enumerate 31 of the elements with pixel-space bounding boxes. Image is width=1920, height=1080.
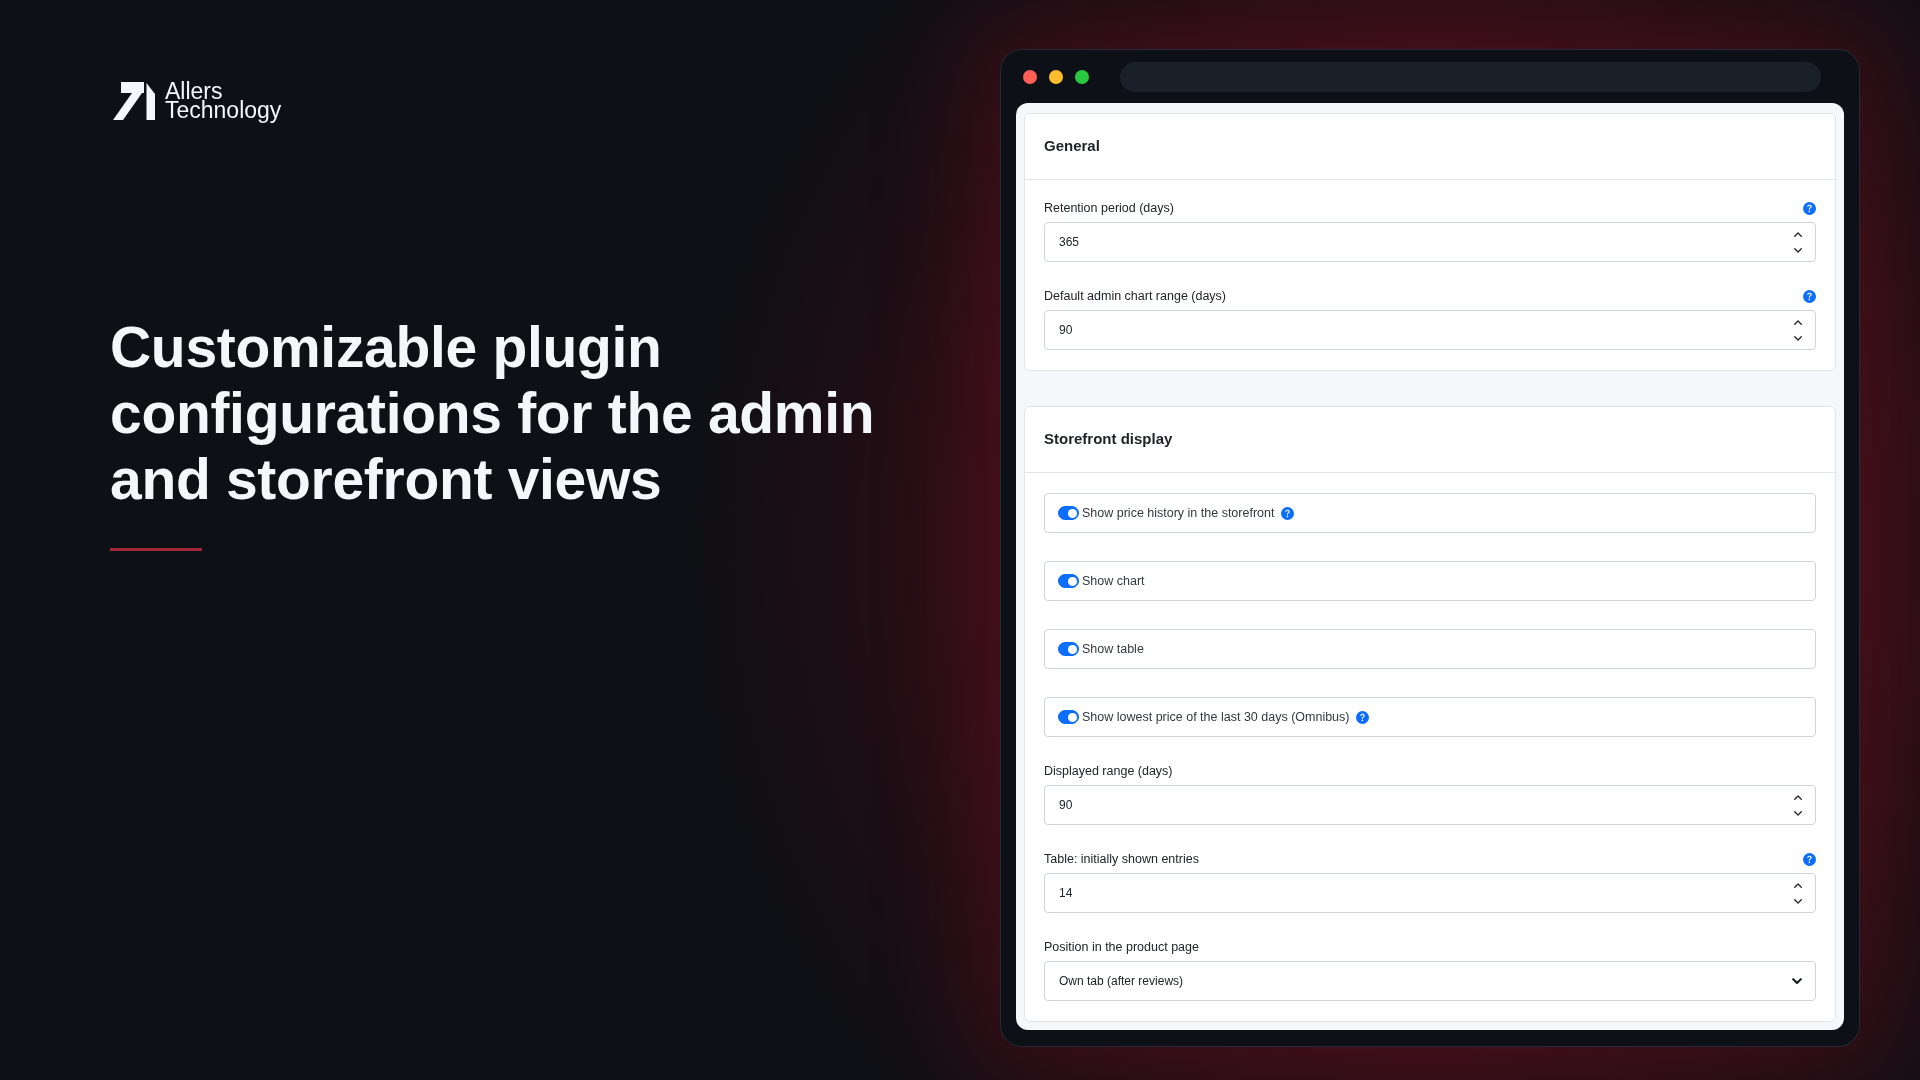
help-icon[interactable] <box>1356 710 1370 724</box>
field-label: Table: initially shown entries <box>1044 850 1199 868</box>
toggle-label: Show chart <box>1082 572 1145 590</box>
number-input[interactable]: 90 <box>1044 785 1816 825</box>
chevron-down-icon <box>1792 977 1802 985</box>
field-label: Displayed range (days) <box>1044 762 1173 780</box>
select-field[interactable]: Own tab (after reviews) <box>1044 961 1816 1001</box>
toggle-label: Show table <box>1082 640 1144 658</box>
toggle-switch[interactable] <box>1058 642 1079 656</box>
window-close-button[interactable] <box>1023 69 1037 84</box>
field-label: Default admin chart range (days) <box>1044 287 1227 305</box>
logo-icon <box>113 82 155 120</box>
window-maximize-button[interactable] <box>1075 69 1089 84</box>
window-minimize-button[interactable] <box>1049 69 1063 84</box>
section-title: General <box>1044 136 1100 157</box>
headline: Customizable plugin configurations for the admin and storefront views <box>110 314 876 512</box>
toggle-label: Show price history in the storefront <box>1082 504 1275 522</box>
toggle-switch[interactable] <box>1058 574 1079 588</box>
help-icon[interactable] <box>1281 506 1295 520</box>
toggle-switch[interactable] <box>1058 710 1079 724</box>
number-input[interactable]: 365 <box>1044 222 1816 262</box>
help-icon[interactable] <box>1803 852 1816 866</box>
field-label: Retention period (days) <box>1044 199 1174 217</box>
number-input[interactable]: 14 <box>1044 873 1816 913</box>
help-icon[interactable] <box>1803 289 1816 303</box>
section-title: Storefront display <box>1044 429 1173 450</box>
toggle-switch[interactable] <box>1058 506 1079 520</box>
field-label: Position in the product page <box>1044 938 1199 956</box>
number-input[interactable]: 90 <box>1044 310 1816 350</box>
toggle-label: Show lowest price of the last 30 days (Omnibus) <box>1082 708 1350 726</box>
help-icon[interactable] <box>1803 201 1816 215</box>
